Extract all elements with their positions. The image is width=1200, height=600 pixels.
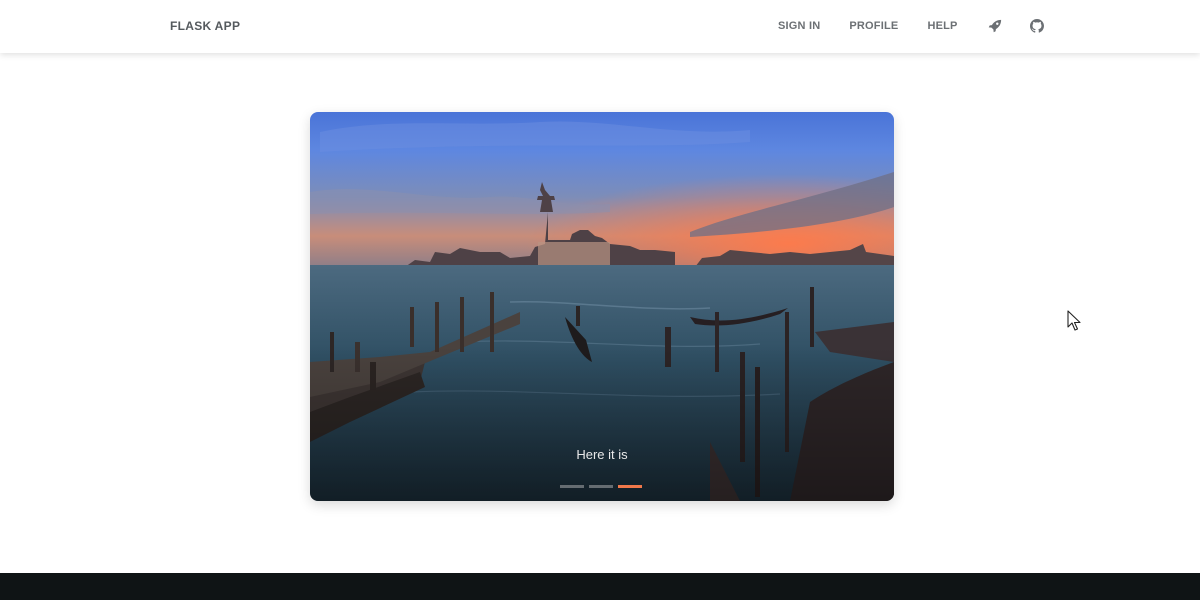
image-carousel[interactable]: Here it is: [310, 112, 894, 501]
rocket-icon[interactable]: [987, 18, 1003, 34]
nav-help[interactable]: HELP: [927, 17, 957, 35]
nav-sign-in[interactable]: SIGN IN: [778, 17, 820, 35]
mouse-cursor-icon: [1067, 310, 1081, 331]
carousel-indicators: [560, 485, 647, 488]
github-icon[interactable]: [1029, 18, 1045, 34]
carousel-indicator-1[interactable]: [560, 485, 584, 488]
carousel-caption: Here it is: [576, 447, 628, 462]
top-navbar: FLASK APP SIGN IN PROFILE HELP: [0, 0, 1200, 53]
brand-logo[interactable]: FLASK APP: [170, 19, 240, 33]
carousel-indicator-3[interactable]: [618, 485, 642, 488]
footer-bar: [0, 573, 1200, 600]
carousel-slide-image: [310, 112, 894, 501]
nav-profile[interactable]: PROFILE: [849, 17, 898, 35]
nav-links: SIGN IN PROFILE HELP: [778, 17, 1071, 35]
carousel-indicator-2[interactable]: [589, 485, 613, 488]
